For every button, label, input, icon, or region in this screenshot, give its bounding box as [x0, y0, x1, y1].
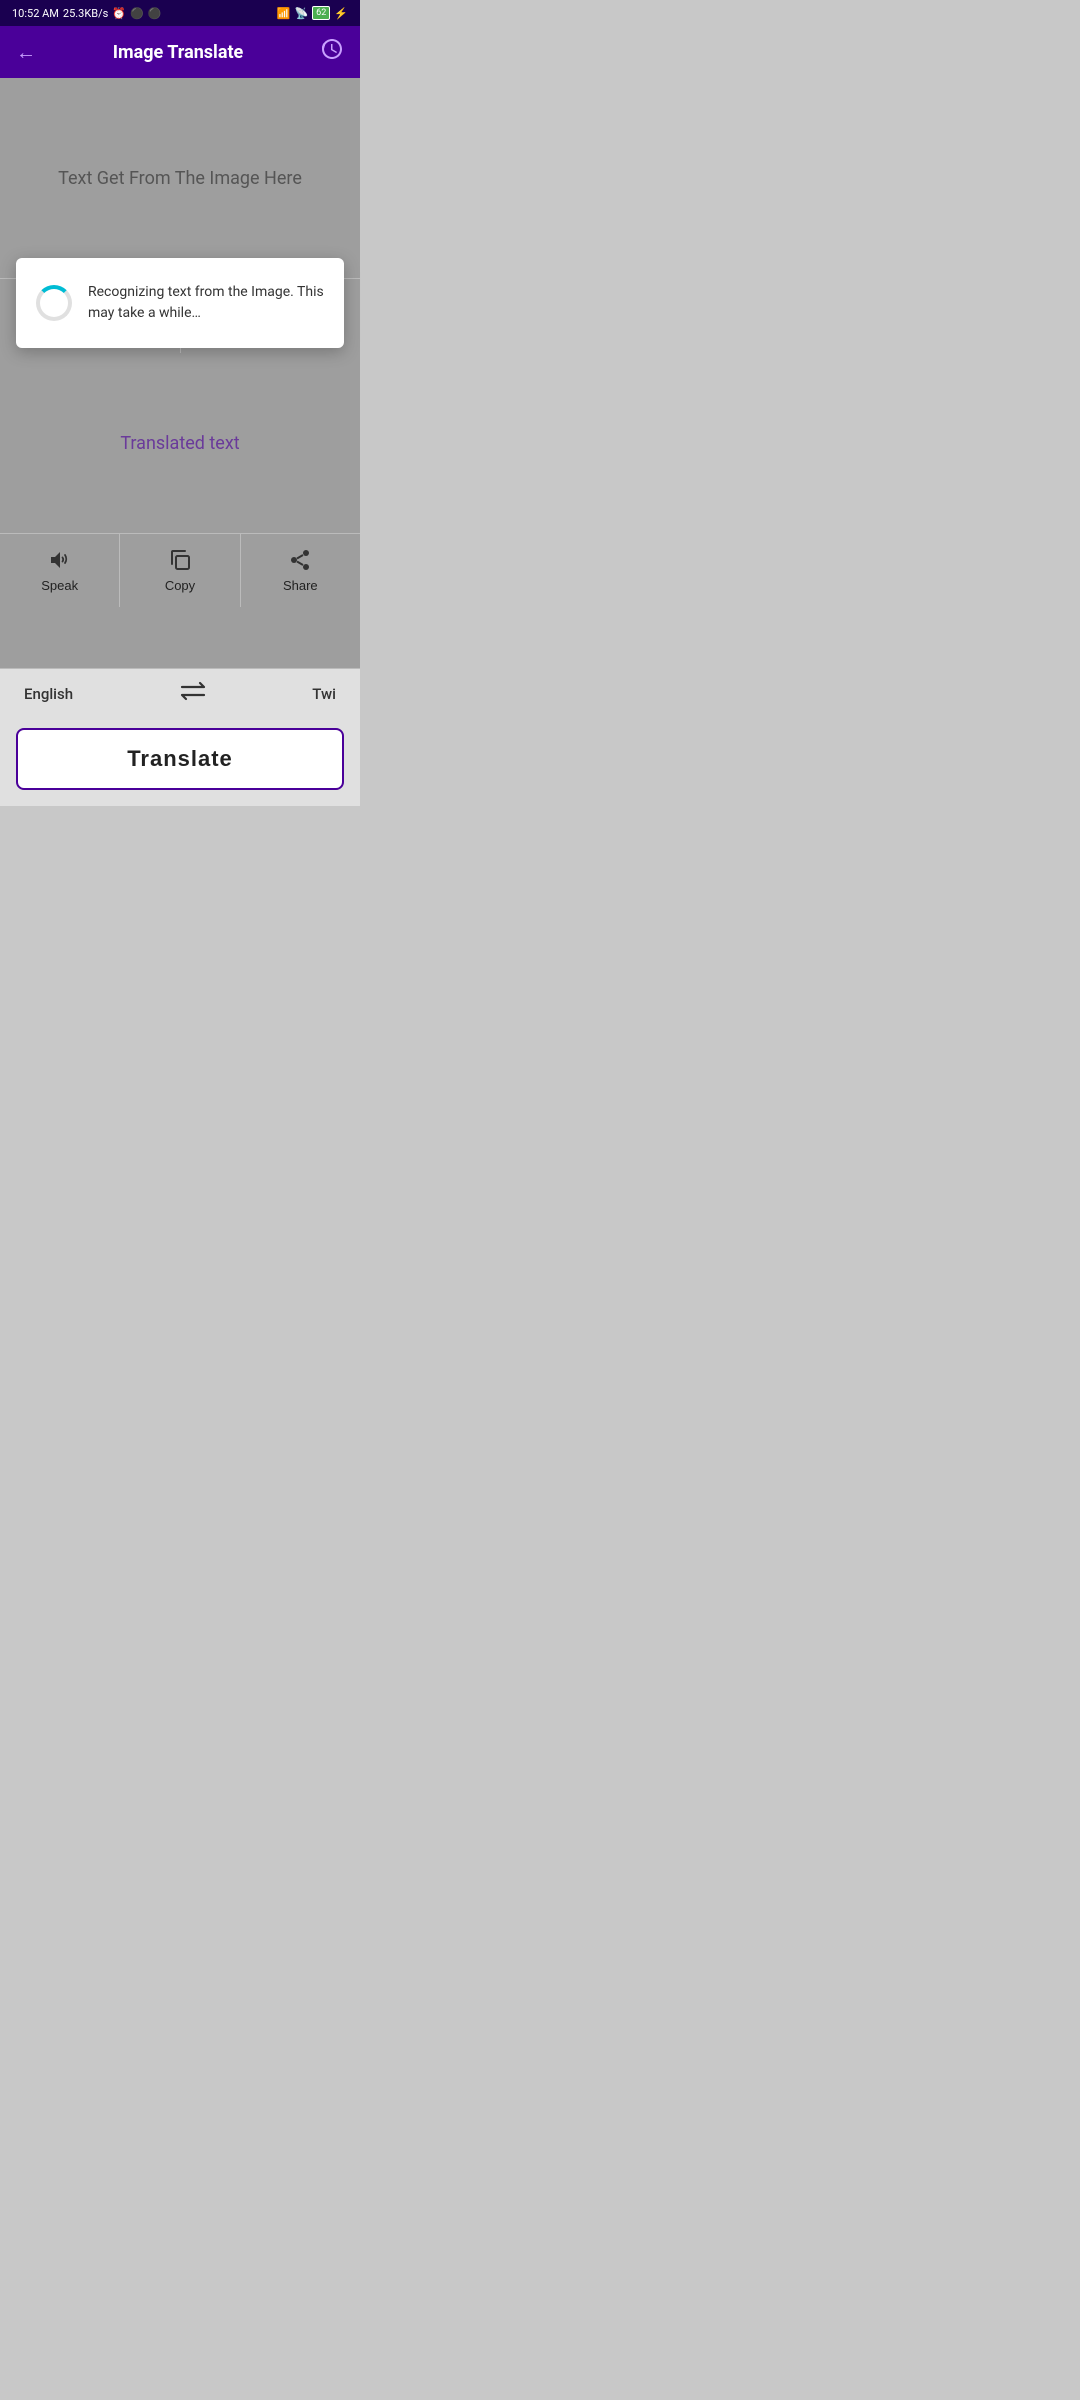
bottom-action-row: Speak Copy Share: [0, 533, 360, 607]
loading-spinner: [36, 285, 72, 321]
dialog-message: Recognizing text from the Image. This ma…: [88, 282, 324, 324]
translate-button[interactable]: Translate: [16, 728, 344, 790]
copy-icon: [168, 548, 192, 572]
history-button[interactable]: [320, 37, 344, 67]
history-icon: [320, 37, 344, 61]
back-button[interactable]: ←: [16, 40, 36, 65]
translated-text-area: Translated text: [0, 353, 360, 533]
main-content: Text Get From The Image Here Select Imag…: [0, 78, 360, 668]
signal-icon: 📶: [277, 7, 291, 20]
image-text-placeholder: Text Get From The Image Here: [58, 168, 302, 189]
language-bar: English Twi: [0, 668, 360, 718]
loading-dialog: Recognizing text from the Image. This ma…: [16, 258, 344, 348]
share-button[interactable]: Share: [241, 534, 360, 607]
swap-languages-button[interactable]: [179, 681, 207, 706]
loading-dialog-overlay: Recognizing text from the Image. This ma…: [0, 258, 360, 348]
battery-indicator: 62: [312, 6, 330, 20]
charging-icon: ⚡: [334, 7, 348, 20]
status-network: 25.3KB/s: [63, 7, 108, 20]
app-icon-1: ⚫: [130, 7, 144, 20]
translated-text-placeholder: Translated text: [120, 433, 239, 454]
speak-label: Speak: [41, 578, 78, 593]
alarm-icon: ⏰: [112, 7, 126, 20]
app-title: Image Translate: [113, 42, 244, 63]
target-language-label[interactable]: Twi: [312, 685, 336, 703]
wifi-icon: 📡: [294, 7, 308, 20]
copy-button[interactable]: Copy: [120, 534, 240, 607]
copy-label: Copy: [165, 578, 195, 593]
translate-button-container: Translate: [0, 718, 360, 806]
status-time: 10:52 AM: [12, 7, 59, 20]
image-text-area: Text Get From The Image Here: [0, 78, 360, 278]
status-bar: 10:52 AM 25.3KB/s ⏰ ⚫ ⚫ 📶 📡 62 ⚡: [0, 0, 360, 26]
swap-arrows-icon: [179, 681, 207, 701]
app-icon-2: ⚫: [148, 7, 162, 20]
status-right: 📶 📡 62 ⚡: [277, 6, 348, 20]
speak-button[interactable]: Speak: [0, 534, 120, 607]
source-language-label[interactable]: English: [24, 685, 73, 703]
status-left: 10:52 AM 25.3KB/s ⏰ ⚫ ⚫: [12, 7, 161, 20]
share-icon: [288, 548, 312, 572]
share-label: Share: [283, 578, 318, 593]
speaker-icon: [48, 548, 72, 572]
app-bar: ← Image Translate: [0, 26, 360, 78]
